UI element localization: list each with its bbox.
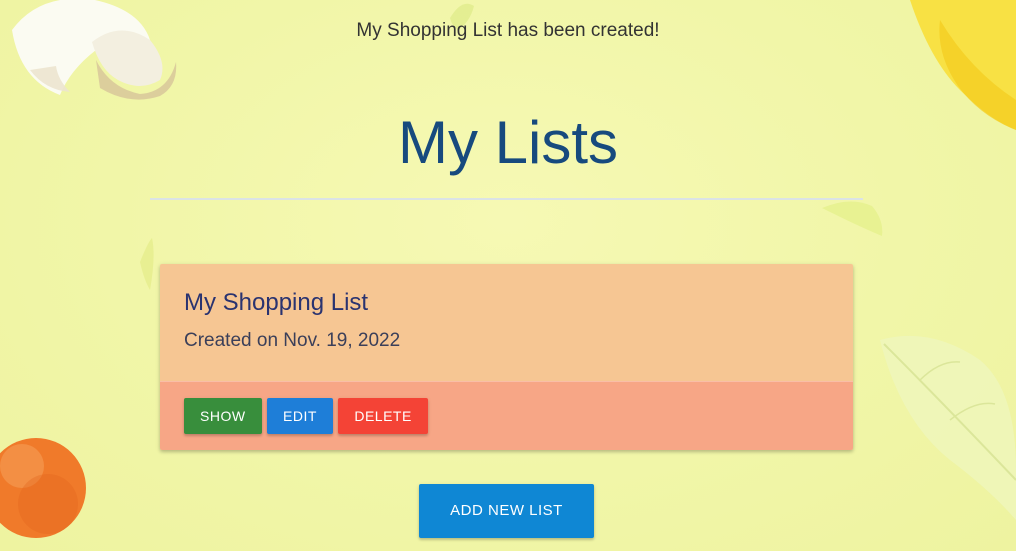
add-new-list-button[interactable]: ADD NEW LIST: [419, 484, 594, 538]
flash-message: My Shopping List has been created!: [356, 20, 660, 41]
card-actions: SHOW EDIT DELETE: [160, 381, 853, 450]
list-card: My Shopping List Created on Nov. 19, 202…: [160, 264, 853, 450]
edit-button[interactable]: EDIT: [267, 398, 333, 434]
show-button[interactable]: SHOW: [184, 398, 262, 434]
page-title: My Lists: [397, 109, 619, 176]
mushroom-decoration: [12, 0, 177, 100]
delete-button[interactable]: DELETE: [338, 398, 428, 434]
tomato-decoration: [0, 438, 86, 538]
title-divider: [150, 198, 863, 200]
list-created-date: Created on Nov. 19, 2022: [184, 330, 401, 351]
leaf-decoration-tiny: [140, 238, 154, 290]
card-content: My Shopping List Created on Nov. 19, 202…: [160, 264, 853, 381]
big-leaf-decoration: [880, 335, 1016, 520]
leaf-decoration-small: [822, 201, 883, 236]
list-title: My Shopping List: [184, 289, 369, 316]
